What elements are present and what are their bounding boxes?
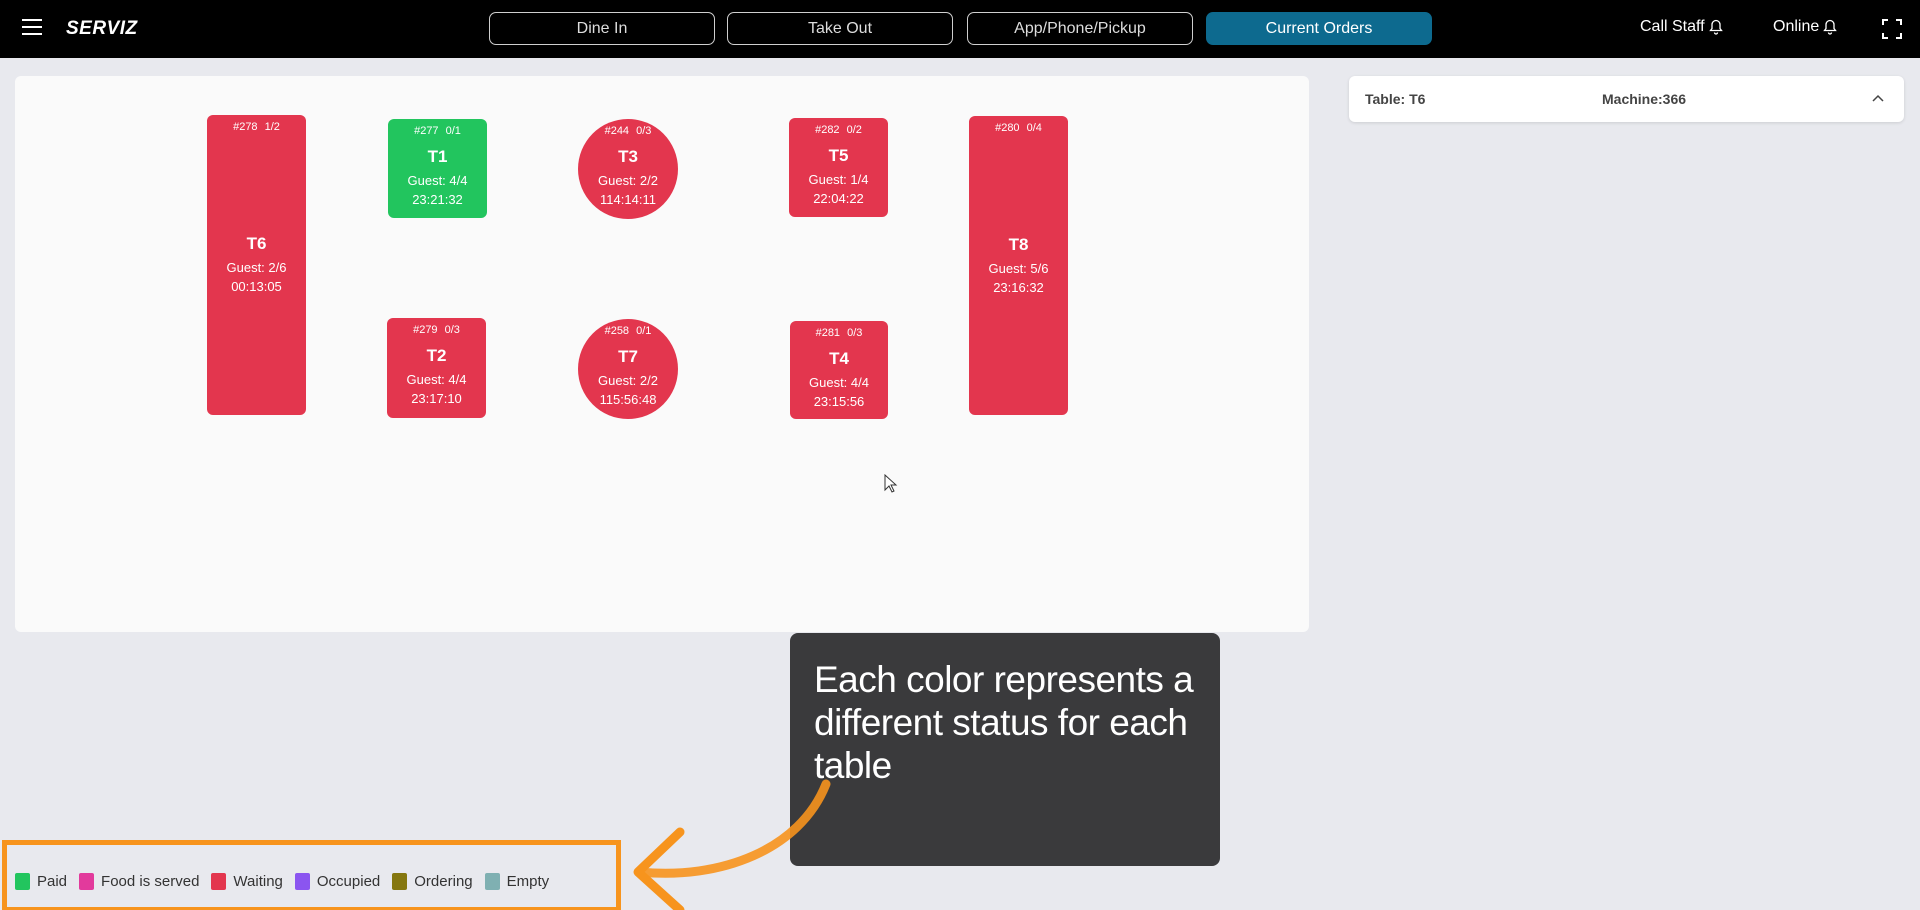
nav-current-orders-button[interactable]: Current Orders (1206, 12, 1432, 45)
order-number: #277 (414, 125, 439, 137)
detail-machine-label: Machine:366 (1602, 91, 1687, 107)
floor-plan: #278 1/2 T6 Guest: 2/6 00:13:05 #277 0/1 … (15, 76, 1309, 632)
legend-item-ordering: Ordering (392, 873, 473, 890)
table-name: T7 (618, 347, 638, 366)
legend-label: Occupied (316, 873, 381, 890)
table-timer: 22:04:22 (813, 191, 864, 206)
table-name: T4 (829, 349, 849, 368)
table-t3[interactable]: #244 0/3 T3 Guest: 2/2 114:14:11 (578, 119, 678, 219)
table-guests: Guest: 4/4 (406, 372, 467, 387)
status-tooltip: Each color represents a different status… (790, 633, 1220, 866)
status-legend: Paid Food is served Waiting Occupied Orderin… (15, 873, 561, 890)
online-label: Online (1773, 18, 1820, 35)
table-name: T1 (427, 147, 448, 166)
table-t5[interactable]: #282 0/2 T5 Guest: 1/4 22:04:22 (789, 118, 888, 217)
table-t6[interactable]: #278 1/2 T6 Guest: 2/6 00:13:05 (207, 115, 306, 415)
table-detail-header[interactable]: Table: T6 Machine:366 (1349, 76, 1904, 122)
table-timer: 23:16:32 (993, 279, 1044, 295)
order-number: #278 (233, 121, 258, 133)
table-t4[interactable]: #281 0/3 T4 Guest: 4/4 23:15:56 (790, 321, 888, 419)
order-number: #258 (604, 325, 630, 337)
legend-item-empty: Empty (484, 873, 550, 890)
legend-label: Waiting (233, 873, 283, 890)
table-t7[interactable]: #258 0/1 T7 Guest: 2/2 115:56:48 (578, 319, 678, 419)
legend-swatch (294, 873, 310, 890)
legend-swatch (484, 873, 500, 890)
mouse-cursor-icon (884, 474, 898, 493)
table-name: T3 (618, 147, 638, 166)
table-order-info: #280 0/4 (969, 122, 1068, 134)
legend-item-waiting: Waiting (211, 873, 283, 890)
nav-take-out-button[interactable]: Take Out (727, 12, 953, 45)
legend-item-paid: Paid (15, 873, 67, 890)
legend-label: Paid (37, 873, 68, 890)
order-number: #280 (995, 122, 1020, 134)
legend-label: Food is served (101, 873, 200, 890)
table-guests: Guest: 4/4 (809, 375, 869, 390)
order-number: #279 (413, 324, 438, 336)
legend-item-food-is-served: Food is served (79, 873, 199, 890)
table-order-info: #282 0/2 (789, 124, 888, 136)
nav-app-phone-pickup-button[interactable]: App/Phone/Pickup (967, 12, 1193, 45)
table-order-info: #279 0/3 (387, 324, 486, 336)
table-timer: 114:14:11 (600, 192, 656, 207)
legend-label: Ordering (414, 873, 473, 890)
table-timer: 23:17:10 (411, 391, 462, 406)
order-progress: 1/2 (264, 121, 280, 133)
table-name: T5 (828, 146, 849, 165)
order-progress: 0/1 (445, 125, 461, 137)
order-progress: 0/2 (846, 124, 862, 136)
hamburger-menu-icon[interactable] (22, 19, 42, 37)
brand-logo: SERVIZ (66, 18, 138, 39)
table-t8[interactable]: #280 0/4 T8 Guest: 5/6 23:16:32 (969, 116, 1068, 415)
order-number: #244 (604, 125, 630, 137)
call-staff-button[interactable]: Call Staff (1640, 18, 1723, 36)
order-progress: 0/4 (1026, 122, 1042, 134)
detail-table-label: Table: T6 (1365, 91, 1426, 107)
table-timer: 00:13:05 (231, 279, 282, 294)
top-bar: SERVIZ Dine In Take Out App/Phone/Pickup… (0, 0, 1920, 58)
legend-swatch (211, 873, 227, 890)
table-name: T8 (1008, 234, 1029, 254)
table-timer: 115:56:48 (599, 392, 657, 407)
online-status-button[interactable]: Online (1773, 18, 1838, 36)
table-name: T6 (246, 234, 267, 253)
order-progress: 0/3 (636, 125, 652, 137)
table-order-info: #277 0/1 (388, 125, 487, 137)
legend-item-occupied: Occupied (294, 873, 381, 890)
call-staff-label: Call Staff (1640, 18, 1705, 35)
table-guests: Guest: 2/6 (226, 260, 287, 275)
table-order-info: #258 0/1 (578, 325, 678, 337)
legend-swatch (15, 873, 30, 890)
table-order-info: #244 0/3 (578, 125, 678, 137)
table-t1[interactable]: #277 0/1 T1 Guest: 4/4 23:21:32 (388, 119, 487, 218)
table-timer: 23:21:32 (412, 192, 463, 207)
table-order-info: #278 1/2 (207, 121, 306, 133)
nav-dine-in-button[interactable]: Dine In (489, 12, 715, 45)
table-t2[interactable]: #279 0/3 T2 Guest: 4/4 23:17:10 (387, 318, 486, 418)
order-number: #282 (815, 124, 840, 136)
table-guests: Guest: 4/4 (407, 173, 468, 188)
table-guests: Guest: 1/4 (808, 172, 869, 187)
bell-icon (1708, 19, 1723, 35)
order-progress: 0/1 (636, 325, 652, 337)
fullscreen-icon[interactable] (1882, 19, 1902, 39)
table-guests: Guest: 5/6 (988, 260, 1049, 276)
bell-icon (1823, 19, 1838, 35)
order-number: #281 (815, 327, 841, 339)
table-order-info: #281 0/3 (790, 327, 888, 339)
chevron-up-icon[interactable] (1872, 93, 1884, 103)
table-timer: 23:15:56 (813, 394, 865, 409)
table-guests: Guest: 2/2 (598, 373, 658, 388)
legend-swatch (79, 873, 95, 890)
order-progress: 0/3 (847, 327, 863, 339)
order-progress: 0/3 (444, 324, 460, 336)
table-guests: Guest: 2/2 (598, 173, 658, 188)
legend-label: Empty (506, 873, 550, 890)
table-name: T2 (426, 346, 447, 365)
legend-swatch (392, 873, 408, 890)
